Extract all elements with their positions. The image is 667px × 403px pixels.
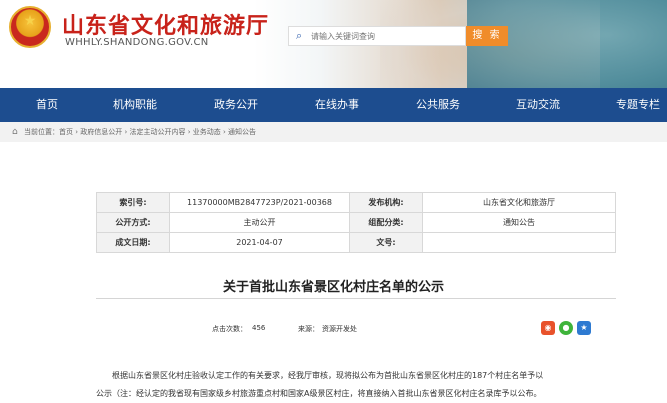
source-value: 资源开发处 [322, 325, 357, 333]
publisher-label: 发布机构: [349, 192, 423, 213]
article-title: 关于首批山东省景区化村庄名单的公示 [222, 280, 444, 295]
category-value: 通知公告 [422, 212, 616, 233]
date-label: 成文日期: [96, 232, 170, 253]
category-label: 组配分类: [349, 212, 423, 233]
views-value: 456 [252, 324, 266, 332]
date-value: 2021-04-07 [169, 232, 350, 253]
nav-item-interaction[interactable]: 互动交流 [516, 88, 560, 122]
docno-label: 文号: [349, 232, 423, 253]
search-button[interactable]: 搜 索 [466, 26, 508, 46]
document-meta-table: 索引号: 11370000MB2847723P/2021-00368 发布机构:… [96, 192, 616, 253]
favorite-share-icon[interactable]: ★ [577, 321, 591, 335]
nav-item-gov-affairs[interactable]: 政务公开 [214, 88, 258, 122]
index-label: 索引号: [96, 192, 170, 213]
main-nav: 首页 机构职能 政务公开 在线办事 公共服务 互动交流 专题专栏 [0, 88, 667, 122]
article-body: 根据山东省景区化村庄验收认定工作的有关要求，经我厅审核，现将拟公布为首批山东省景… [96, 367, 616, 403]
index-value: 11370000MB2847723P/2021-00368 [169, 192, 350, 213]
nav-item-public-services[interactable]: 公共服务 [416, 88, 460, 122]
docno-value [422, 232, 616, 253]
rss-share-icon[interactable]: ◉ [541, 321, 555, 335]
home-icon: ⌂ [12, 127, 18, 137]
publisher-value: 山东省文化和旅游厅 [422, 192, 616, 213]
breadcrumb-text[interactable]: 当前位置：首页 › 政府信息公开 › 法定主动公开内容 › 业务动态 › 通知公… [24, 122, 256, 142]
source-label: 来源： [298, 325, 319, 333]
site-title[interactable]: 山东省文化和旅游厅 [62, 8, 269, 40]
breadcrumb: ⌂ 当前位置：首页 › 政府信息公开 › 法定主动公开内容 › 业务动态 › 通… [0, 122, 667, 142]
body-paragraph-line: 根据山东省景区化村庄验收认定工作的有关要求，经我厅审核，现将拟公布为首批山东省景… [112, 371, 544, 380]
body-paragraph-line: 公示（注：经认定的我省现有国家级乡村旅游重点村和国家A级景区村庄，将直接纳入首批… [96, 389, 542, 398]
nav-item-special[interactable]: 专题专栏 [616, 88, 660, 122]
search-input[interactable] [311, 28, 461, 44]
search-box[interactable]: ⌕ [288, 26, 466, 46]
wechat-share-icon[interactable]: ● [559, 321, 573, 335]
nav-item-online-services[interactable]: 在线办事 [315, 88, 359, 122]
site-domain: WHHLY.SHANDONG.GOV.CN [65, 37, 209, 48]
method-label: 公开方式: [96, 212, 170, 233]
nav-item-functions[interactable]: 机构职能 [113, 88, 157, 122]
national-emblem-icon: ★ [9, 6, 51, 48]
nav-item-home[interactable]: 首页 [36, 88, 58, 122]
search-icon: ⌕ [296, 29, 303, 42]
title-divider [96, 298, 616, 299]
views-label: 点击次数： [212, 325, 247, 333]
method-value: 主动公开 [169, 212, 350, 233]
site-header: ★ 山东省文化和旅游厅 WHHLY.SHANDONG.GOV.CN ⌕ 搜 索 [0, 0, 667, 88]
